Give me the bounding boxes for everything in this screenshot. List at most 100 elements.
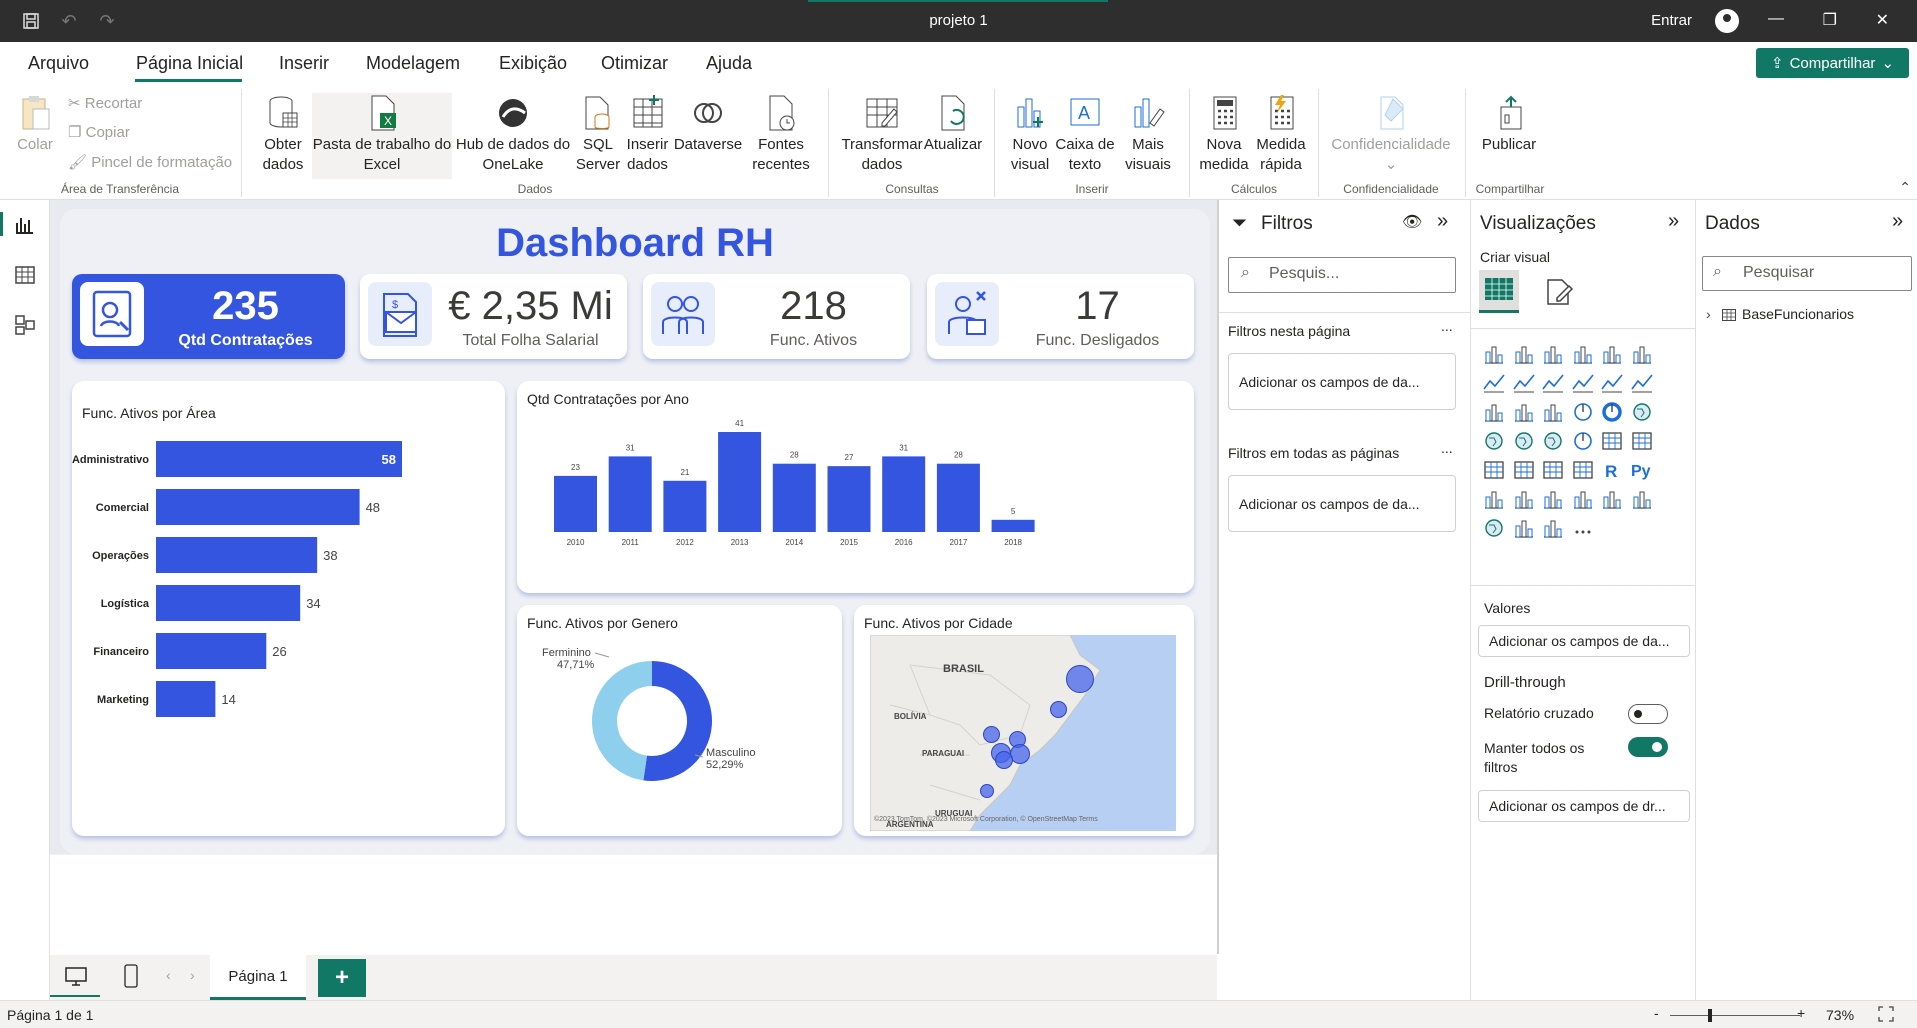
excel-button[interactable]: X Pasta de trabalho do Excel (312, 93, 452, 179)
signin-link[interactable]: Entrar (1651, 12, 1692, 29)
gender-chart-card[interactable]: Func. Ativos por Genero Ferminino 47,71% M… (517, 605, 842, 836)
gauge-icon[interactable] (1571, 429, 1595, 453)
more-options-icon[interactable]: ... (1441, 318, 1453, 334)
share-button[interactable]: ⇪ Compartilhar ⌄ (1756, 48, 1909, 78)
stacked-area-chart-icon[interactable] (1541, 371, 1565, 395)
map-bubble[interactable] (1066, 665, 1094, 693)
python-visual-icon[interactable]: Py (1630, 458, 1654, 482)
map-bubble[interactable] (1050, 701, 1067, 718)
more-options-icon[interactable]: ... (1441, 440, 1453, 456)
decomposition-tree-icon[interactable] (1512, 487, 1536, 511)
fit-page-icon[interactable] (1878, 1006, 1894, 1022)
dataverse-button[interactable]: Dataverse (672, 93, 744, 155)
format-visual-tab-icon[interactable] (1543, 276, 1575, 308)
treemap-icon[interactable] (1630, 400, 1654, 424)
table-view-icon[interactable] (14, 264, 36, 286)
map-bubble[interactable] (980, 784, 994, 798)
minimize-icon[interactable]: — (1768, 10, 1784, 28)
more-visuals-icon[interactable] (1571, 516, 1595, 540)
power-automate-icon[interactable] (1541, 516, 1565, 540)
tab-exibicao[interactable]: Exibição (499, 53, 567, 74)
paginated-report-icon[interactable] (1630, 487, 1654, 511)
sql-server-button[interactable]: SQL Server (573, 93, 623, 175)
collapse-data-icon[interactable]: » (1892, 210, 1903, 233)
line-clustered-column-icon[interactable] (1600, 371, 1624, 395)
card-icon[interactable] (1600, 429, 1624, 453)
donut-chart-icon[interactable] (1600, 400, 1624, 424)
data-search-input[interactable]: ⌕ Pesquisar (1702, 256, 1912, 291)
close-icon[interactable]: ✕ (1876, 10, 1889, 30)
metrics-icon[interactable] (1600, 487, 1624, 511)
drillthrough-well[interactable]: Adicionar os campos de dr... (1478, 790, 1690, 822)
pie-chart-icon[interactable] (1571, 400, 1595, 424)
zoom-slider-thumb[interactable] (1708, 1009, 1712, 1022)
kpi-card-dismissed[interactable]: 17 Func. Desligados (927, 274, 1194, 359)
qna-icon[interactable] (1541, 487, 1565, 511)
tab-otimizar[interactable]: Otimizar (601, 53, 668, 74)
enter-data-button[interactable]: Inserir dados (625, 93, 670, 175)
page-tab-1[interactable]: Página 1 (210, 955, 306, 1000)
sensitivity-button[interactable]: Confidencialidade ⌄ (1326, 93, 1456, 175)
kpi-card-payroll[interactable]: $ € 2,35 Mi Total Folha Salarial (360, 274, 627, 359)
stacked-column-chart-icon[interactable] (1512, 342, 1536, 366)
publish-button[interactable]: Publicar (1474, 93, 1544, 155)
clustered-column-chart-icon[interactable] (1571, 342, 1595, 366)
city-map-card[interactable]: Func. Ativos por Cidade BRASIL BOLÍVIA P… (854, 605, 1194, 836)
waterfall-chart-icon[interactable] (1482, 400, 1506, 424)
keep-filters-toggle[interactable] (1628, 737, 1668, 757)
funnel-chart-icon[interactable] (1512, 400, 1536, 424)
mobile-layout-icon[interactable] (124, 964, 138, 988)
filled-map-icon[interactable] (1512, 429, 1536, 453)
kpi-icon[interactable] (1482, 458, 1506, 482)
line-chart-icon[interactable] (1482, 371, 1506, 395)
table-name[interactable]: BaseFuncionarios (1742, 306, 1854, 322)
transform-data-button[interactable]: Transformar dados (836, 93, 928, 175)
zoom-out-button[interactable]: - (1654, 1005, 1659, 1021)
tab-arquivo[interactable]: Arquivo (28, 53, 89, 74)
tab-modelagem[interactable]: Modelagem (366, 53, 460, 74)
narrative-icon[interactable] (1571, 487, 1595, 511)
new-visual-button[interactable]: Novo visual (1002, 93, 1058, 175)
map-area[interactable]: BRASIL BOLÍVIA PARAGUAI URUGUAI ARGENTIN… (870, 635, 1176, 831)
prev-page-icon[interactable]: ‹ (166, 967, 171, 983)
stacked-bar-chart-icon[interactable] (1482, 342, 1506, 366)
recent-sources-button[interactable]: Fontes recentes (746, 93, 816, 175)
filters-search-input[interactable]: ⌕ Pesquis... (1228, 257, 1456, 293)
refresh-button[interactable]: Atualizar (922, 93, 984, 155)
cross-report-toggle[interactable] (1628, 704, 1668, 724)
r-visual-icon[interactable]: R (1600, 458, 1624, 482)
next-page-icon[interactable]: › (190, 967, 195, 983)
build-visual-tab-icon[interactable] (1479, 270, 1519, 310)
model-view-icon[interactable] (14, 314, 36, 336)
area-chart-card[interactable]: Func. Ativos por Área Administrativo 58 Co… (72, 381, 505, 836)
100-column-chart-icon[interactable] (1630, 342, 1654, 366)
kpi-card-hires[interactable]: 235 Qtd Contratações (72, 274, 345, 359)
onelake-button[interactable]: Hub de dados do OneLake (453, 93, 573, 175)
quick-measure-button[interactable]: Medida rápida (1252, 93, 1310, 175)
tab-inserir[interactable]: Inserir (279, 53, 329, 74)
scatter-chart-icon[interactable] (1541, 400, 1565, 424)
azure-map-icon[interactable] (1541, 429, 1565, 453)
expand-chevron-icon[interactable]: › (1706, 306, 1711, 322)
paste-button[interactable]: Colar (12, 93, 58, 155)
eye-icon[interactable]: 👁 (1402, 212, 1422, 232)
tab-pagina-inicial[interactable]: Página Inicial (136, 53, 243, 74)
new-measure-button[interactable]: Nova medida (1196, 93, 1252, 175)
arcgis-icon[interactable] (1482, 516, 1506, 540)
cut-button[interactable]: ✂ Recortar (68, 94, 142, 112)
values-well[interactable]: Adicionar os campos de da... (1478, 625, 1690, 657)
clustered-bar-chart-icon[interactable] (1541, 342, 1565, 366)
report-view-icon[interactable] (14, 214, 36, 236)
100-bar-chart-icon[interactable] (1600, 342, 1624, 366)
kpi-card-active[interactable]: 218 Func. Ativos (643, 274, 910, 359)
get-data-button[interactable]: Obter dados (250, 93, 316, 175)
ribbon-chart-icon[interactable] (1630, 371, 1654, 395)
zoom-slider-track[interactable] (1670, 1015, 1800, 1016)
add-page-button[interactable]: + (318, 959, 366, 997)
map-bubble[interactable] (983, 726, 1000, 743)
line-column-chart-icon[interactable] (1571, 371, 1595, 395)
format-painter-button[interactable]: 🖌 Pincel de formatação (68, 153, 232, 171)
textbox-button[interactable]: A Caixa de texto (1054, 93, 1116, 175)
tab-ajuda[interactable]: Ajuda (706, 53, 752, 74)
map-icon[interactable] (1482, 429, 1506, 453)
